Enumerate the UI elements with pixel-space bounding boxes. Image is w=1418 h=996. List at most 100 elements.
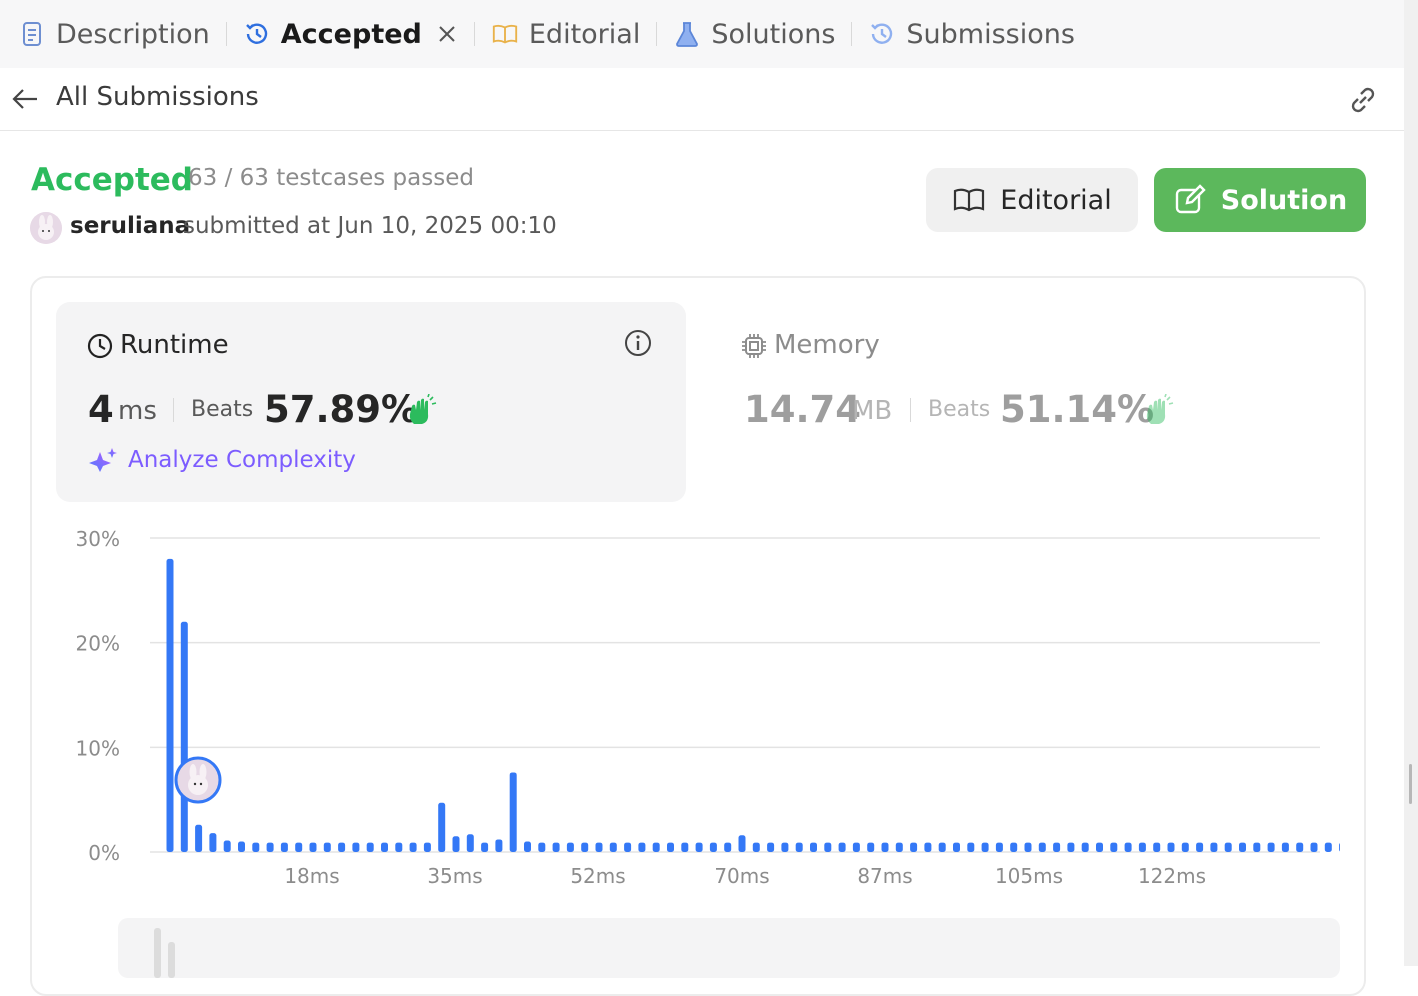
chart-bar[interactable]	[352, 842, 360, 852]
username[interactable]: seruliana	[70, 213, 190, 239]
chart-bar[interactable]	[1310, 842, 1318, 852]
scrollbar[interactable]	[1404, 0, 1418, 966]
chart-bar[interactable]	[1010, 842, 1018, 852]
tab-submissions[interactable]: Submissions	[868, 0, 1075, 68]
chart-bar[interactable]	[1196, 842, 1204, 852]
editorial-button[interactable]: Editorial	[926, 168, 1138, 232]
close-icon[interactable]	[436, 23, 458, 45]
memory-label[interactable]: Memory	[774, 330, 880, 360]
tab-solutions[interactable]: Solutions	[673, 0, 835, 68]
chart-bar[interactable]	[967, 842, 975, 852]
chart-bar[interactable]	[338, 842, 346, 852]
chart-bar[interactable]	[810, 842, 817, 852]
chart-bar[interactable]	[195, 824, 203, 852]
chart-bar[interactable]	[910, 842, 918, 852]
chart-bar[interactable]	[881, 842, 889, 852]
chart-bar[interactable]	[1253, 842, 1261, 852]
chart-bar[interactable]	[1110, 842, 1118, 852]
chart-bar[interactable]	[1024, 842, 1032, 852]
chart-bar[interactable]	[1339, 843, 1340, 852]
analyze-complexity-link[interactable]: Analyze Complexity	[128, 447, 356, 473]
chart-bar[interactable]	[1267, 842, 1275, 852]
chart-bar[interactable]	[166, 558, 174, 852]
chart-bar[interactable]	[366, 842, 374, 852]
chart-bar[interactable]	[638, 842, 646, 852]
chart-bar[interactable]	[538, 842, 546, 852]
chart-bar[interactable]	[695, 842, 703, 852]
chart-bar[interactable]	[652, 842, 660, 852]
chart-bar[interactable]	[295, 842, 303, 852]
chart-bar[interactable]	[423, 842, 431, 852]
chart-bar[interactable]	[1081, 842, 1089, 852]
chart-bar[interactable]	[238, 841, 245, 852]
tab-description[interactable]: Description	[18, 0, 210, 68]
chart-bar[interactable]	[1181, 842, 1189, 852]
chart-bar[interactable]	[838, 842, 846, 852]
chart-bar[interactable]	[566, 842, 574, 852]
avatar[interactable]	[30, 212, 62, 244]
chart-bar[interactable]	[266, 842, 274, 852]
chart-bar[interactable]	[738, 835, 746, 852]
chart-bar[interactable]	[481, 842, 489, 852]
chart-bar[interactable]	[280, 842, 288, 852]
user-submission-marker[interactable]	[174, 756, 222, 804]
chart-bar[interactable]	[781, 842, 789, 852]
chart-bar[interactable]	[438, 802, 446, 852]
chart-bar[interactable]	[1239, 842, 1246, 852]
chart-bar[interactable]	[1096, 842, 1103, 852]
chart-bar[interactable]	[1124, 842, 1132, 852]
chart-bar[interactable]	[1153, 842, 1161, 852]
chart-bar[interactable]	[381, 842, 388, 852]
tab-editorial[interactable]: Editorial	[491, 0, 640, 68]
scrollbar-thumb[interactable]	[1409, 764, 1412, 804]
chart-bar[interactable]	[466, 834, 474, 852]
chart-bar[interactable]	[824, 842, 832, 852]
chart-bar[interactable]	[709, 842, 717, 852]
chart-bar[interactable]	[1038, 842, 1046, 852]
chart-bar[interactable]	[752, 842, 760, 852]
chart-bar[interactable]	[1067, 842, 1075, 852]
chart-bar[interactable]	[1053, 842, 1061, 852]
chart-bar[interactable]	[624, 842, 632, 852]
chart-bar[interactable]	[995, 842, 1003, 852]
chart-bar[interactable]	[767, 842, 775, 852]
solution-button[interactable]: Solution	[1154, 168, 1366, 232]
chart-bar[interactable]	[1324, 842, 1332, 852]
chart-bar[interactable]	[924, 842, 932, 852]
chart-bar[interactable]	[895, 842, 903, 852]
chart-bar[interactable]	[1281, 842, 1289, 852]
chart-bar[interactable]	[395, 842, 403, 852]
chart-bar[interactable]	[524, 841, 531, 852]
chart-bar[interactable]	[609, 842, 617, 852]
chart-bar[interactable]	[552, 842, 560, 852]
chart-bar[interactable]	[180, 621, 188, 852]
arrow-left-icon[interactable]	[10, 84, 40, 114]
chart-bar[interactable]	[1138, 842, 1146, 852]
chart-bar[interactable]	[852, 842, 860, 852]
slider-handle[interactable]	[168, 942, 175, 978]
chart-bar[interactable]	[595, 842, 603, 852]
chart-bar[interactable]	[681, 842, 689, 852]
chart-range-slider[interactable]	[118, 918, 1340, 978]
slider-handle[interactable]	[154, 928, 161, 978]
chart-bar[interactable]	[409, 842, 417, 852]
chart-bar[interactable]	[509, 772, 517, 852]
chart-bar[interactable]	[1296, 842, 1304, 852]
info-icon[interactable]	[622, 327, 654, 359]
chart-bar[interactable]	[495, 839, 503, 852]
chart-bar[interactable]	[209, 833, 217, 852]
chart-bar[interactable]	[1167, 842, 1175, 852]
chart-bar[interactable]	[981, 842, 989, 852]
chart-bar[interactable]	[724, 842, 732, 852]
chart-bar[interactable]	[1210, 842, 1218, 852]
chart-bar[interactable]	[581, 842, 589, 852]
chart-bar[interactable]	[1224, 842, 1232, 852]
chart-bar[interactable]	[938, 842, 946, 852]
tab-accepted[interactable]: Accepted	[243, 0, 458, 68]
link-icon[interactable]	[1345, 82, 1381, 118]
chart-bar[interactable]	[667, 842, 674, 852]
chart-bar[interactable]	[953, 842, 960, 852]
chart-bar[interactable]	[252, 842, 260, 852]
chart-bar[interactable]	[309, 842, 317, 852]
chart-bar[interactable]	[323, 842, 331, 852]
